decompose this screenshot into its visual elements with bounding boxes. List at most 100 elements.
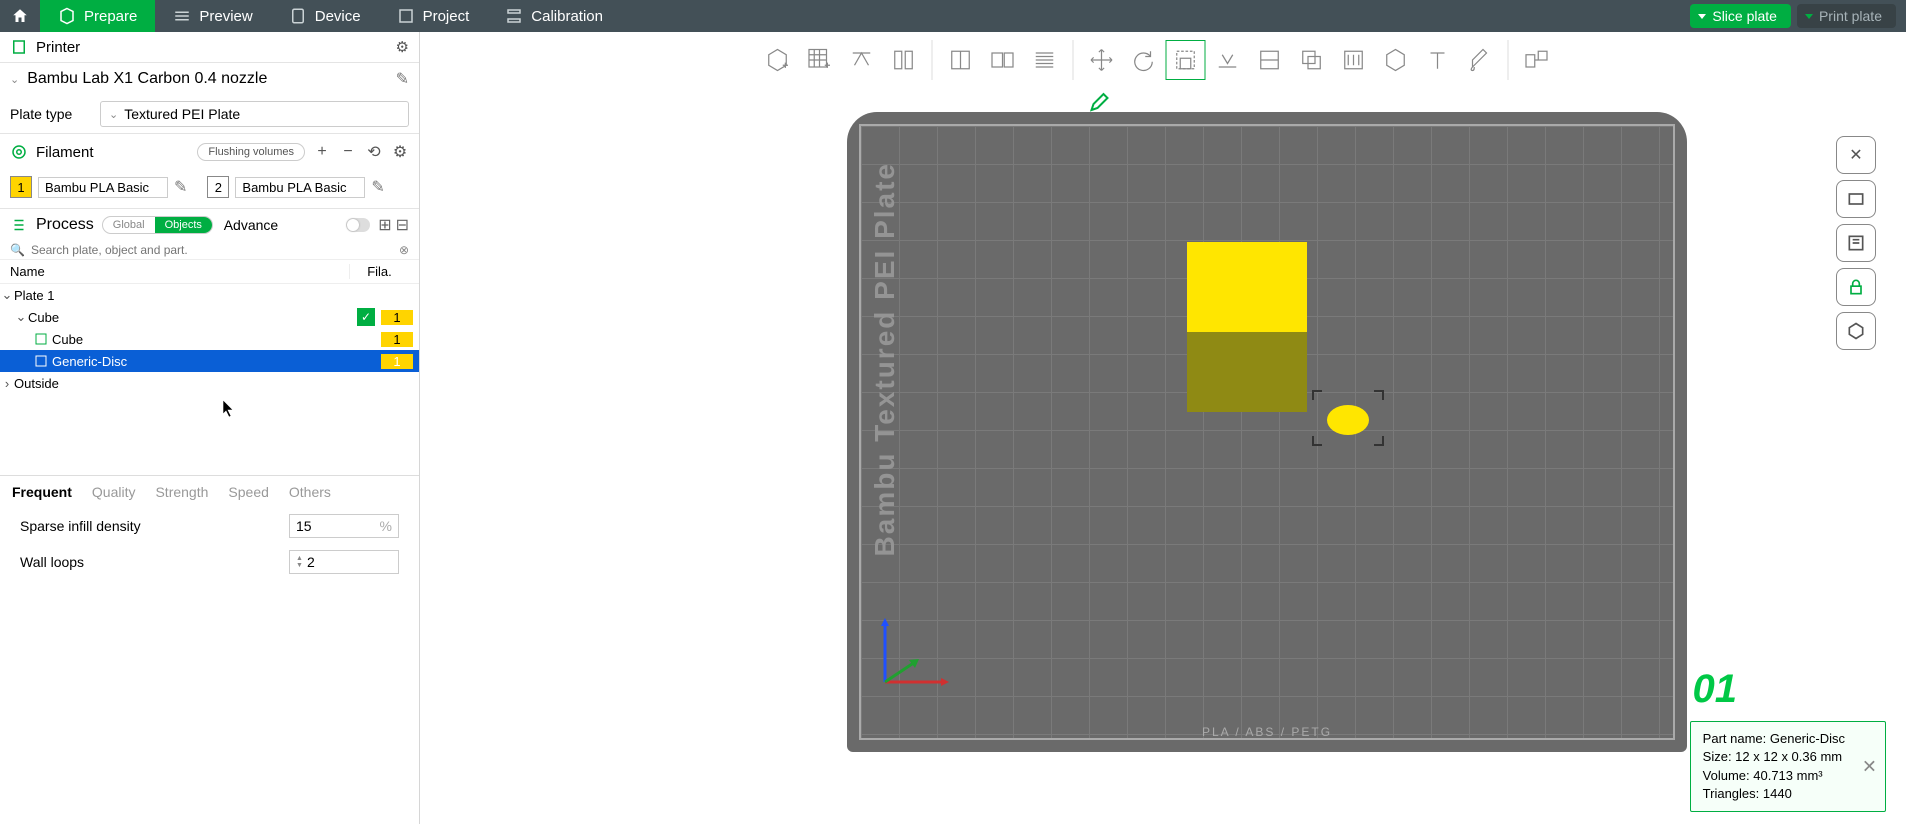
tree-row-outside[interactable]: › Outside <box>0 372 419 394</box>
section-title: Printer <box>36 39 388 56</box>
global-pill[interactable]: Global <box>103 217 155 233</box>
tree-row-disc[interactable]: Generic-Disc 1 <box>0 350 419 372</box>
move-tool[interactable] <box>1082 40 1122 80</box>
chevron-down-icon <box>1805 14 1813 19</box>
info-line: Part name: Generic-Disc <box>1703 730 1845 748</box>
viewport-side-buttons: ✕ <box>1836 136 1876 350</box>
compare-button[interactable]: ⊞ <box>378 215 391 235</box>
caret-icon[interactable]: › <box>0 376 14 391</box>
edit-printer-button[interactable]: ✎ <box>396 69 409 89</box>
tab-label: Project <box>423 8 470 25</box>
setting-label: Wall loops <box>20 554 279 570</box>
filament-name-1[interactable]: Bambu PLA Basic <box>38 177 168 198</box>
edit-filament-1-button[interactable]: ✎ <box>174 177 187 197</box>
tab-strength[interactable]: Strength <box>155 484 208 500</box>
add-filament-button[interactable]: + <box>313 143 331 161</box>
plate-type-row: Plate type ⌄ Textured PEI Plate <box>0 95 419 134</box>
tab-label: Prepare <box>84 8 137 25</box>
advance-toggle[interactable] <box>346 218 370 232</box>
add-plate-button[interactable] <box>758 40 798 80</box>
plate-footer: PLA / ABS / PETG <box>847 720 1687 744</box>
rotate-tool[interactable] <box>1124 40 1164 80</box>
tree-row-cube[interactable]: ⌄ Cube ✓ 1 <box>0 306 419 328</box>
seam-paint-tool[interactable] <box>1376 40 1416 80</box>
collapse-button[interactable]: ⊟ <box>396 215 409 235</box>
tree-row-cube-part[interactable]: Cube 1 <box>0 328 419 350</box>
sync-filament-button[interactable]: ⟲ <box>365 142 383 162</box>
split-object-button[interactable] <box>941 40 981 80</box>
infill-density-row: Sparse infill density % <box>0 508 419 544</box>
color-paint-tool[interactable] <box>1460 40 1500 80</box>
plate-type-value: Textured PEI Plate <box>124 106 240 122</box>
close-info-button[interactable]: ✕ <box>1862 754 1877 779</box>
home-button[interactable] <box>0 7 40 25</box>
split-part-button[interactable] <box>983 40 1023 80</box>
scale-tool[interactable] <box>1166 40 1206 80</box>
plate-type-select[interactable]: ⌄ Textured PEI Plate <box>100 101 409 127</box>
arrange-button[interactable] <box>842 40 882 80</box>
filament-name-2[interactable]: Bambu PLA Basic <box>235 177 365 198</box>
remove-filament-button[interactable]: − <box>339 143 357 161</box>
orient-button[interactable] <box>884 40 924 80</box>
layers-button[interactable] <box>1025 40 1065 80</box>
plate-info-button[interactable] <box>1836 224 1876 262</box>
tab-device[interactable]: Device <box>271 0 379 32</box>
tree-label: Generic-Disc <box>52 354 381 369</box>
tab-others[interactable]: Others <box>289 484 331 500</box>
filament-cell[interactable]: 1 <box>381 354 413 369</box>
menubar: Prepare Preview Device Project Calibrati… <box>0 0 1906 32</box>
spinner-icon[interactable]: ▲▼ <box>296 555 303 569</box>
caret-icon[interactable]: ⌄ <box>14 309 28 325</box>
infill-density-input[interactable] <box>296 518 356 534</box>
axis-gizmo[interactable] <box>875 612 935 672</box>
printer-select[interactable]: ⌄ Bambu Lab X1 Carbon 0.4 nozzle ✎ <box>0 63 419 95</box>
advance-label: Advance <box>224 217 278 233</box>
slice-plate-button[interactable]: Slice plate <box>1690 4 1791 28</box>
sidebar: Printer ⚙ ⌄ Bambu Lab X1 Carbon 0.4 nozz… <box>0 32 420 824</box>
lay-flat-tool[interactable] <box>1208 40 1248 80</box>
filament-swatch-2[interactable]: 2 <box>207 176 229 198</box>
flushing-volumes-button[interactable]: Flushing volumes <box>197 143 305 161</box>
plate-settings-button[interactable] <box>1836 180 1876 218</box>
process-mode-toggle[interactable]: Global Objects <box>102 216 213 234</box>
filament-cell[interactable]: 1 <box>381 310 413 325</box>
caret-icon[interactable]: ⌄ <box>0 287 14 303</box>
tab-speed[interactable]: Speed <box>228 484 268 500</box>
add-primitive-button[interactable] <box>800 40 840 80</box>
col-name-header: Name <box>10 264 349 279</box>
tab-calibration[interactable]: Calibration <box>487 0 621 32</box>
process-section-header: Process Global Objects Advance ⊞ ⊟ <box>0 209 419 241</box>
infill-density-input-wrap: % <box>289 514 399 538</box>
filament-swatch-1[interactable]: 1 <box>10 176 32 198</box>
plate-extra-button[interactable] <box>1836 312 1876 350</box>
plate-grid <box>859 124 1675 740</box>
close-plate-button[interactable]: ✕ <box>1836 136 1876 174</box>
tab-quality[interactable]: Quality <box>92 484 136 500</box>
tab-preview[interactable]: Preview <box>155 0 270 32</box>
cut-tool[interactable] <box>1250 40 1290 80</box>
clear-search-button[interactable]: ⊗ <box>399 243 409 257</box>
tab-prepare[interactable]: Prepare <box>40 0 155 32</box>
objects-pill[interactable]: Objects <box>155 217 212 233</box>
tree-row-plate[interactable]: ⌄ Plate 1 <box>0 284 419 306</box>
edit-filament-2-button[interactable]: ✎ <box>371 177 384 197</box>
search-input[interactable] <box>31 243 393 257</box>
tab-project[interactable]: Project <box>379 0 488 32</box>
filament-settings-button[interactable]: ⚙ <box>391 142 409 162</box>
mesh-boolean-tool[interactable] <box>1292 40 1332 80</box>
support-paint-tool[interactable] <box>1334 40 1374 80</box>
print-plate-button[interactable]: Print plate <box>1797 4 1896 28</box>
project-icon <box>397 7 415 25</box>
chevron-down-icon <box>1698 14 1706 19</box>
visibility-checkbox[interactable]: ✓ <box>357 308 375 326</box>
lock-plate-button[interactable] <box>1836 268 1876 306</box>
tree-label: Plate 1 <box>14 288 419 303</box>
tab-frequent[interactable]: Frequent <box>12 484 72 500</box>
printer-settings-button[interactable]: ⚙ <box>396 38 409 56</box>
viewport-3d[interactable]: Bambu Textured PEI Plate <box>420 32 1906 824</box>
wall-loops-input[interactable] <box>307 554 367 570</box>
filament-cell[interactable]: 1 <box>381 332 413 347</box>
text-tool[interactable] <box>1418 40 1458 80</box>
assembly-view-button[interactable] <box>1517 40 1557 80</box>
cube-object[interactable] <box>1187 242 1307 412</box>
